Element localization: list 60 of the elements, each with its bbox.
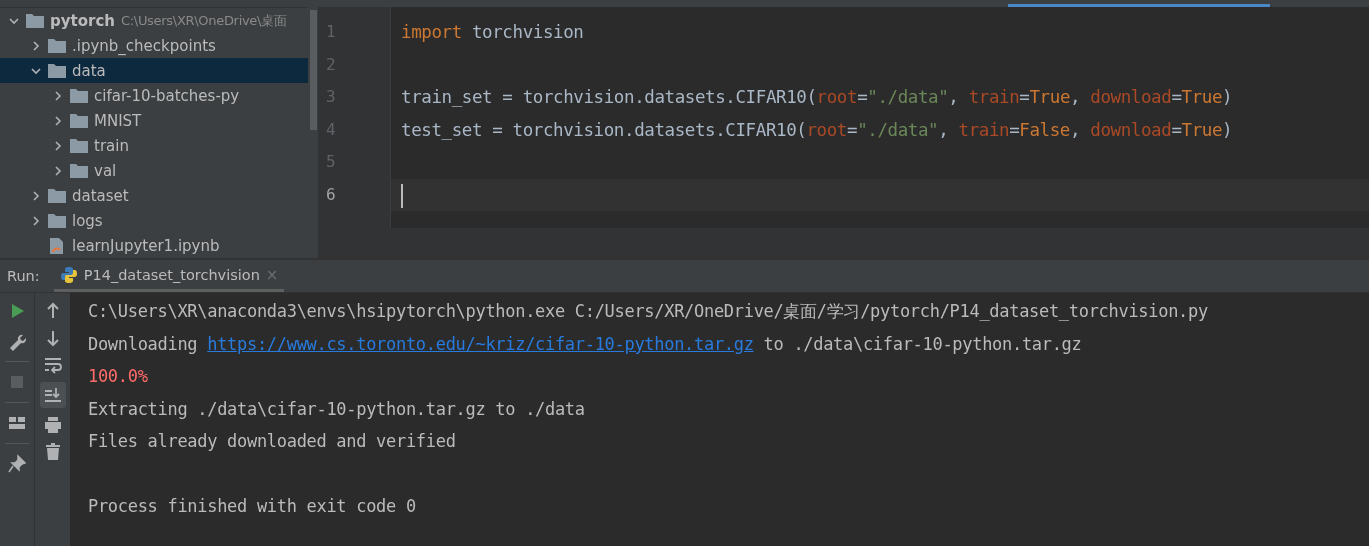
console-text: Downloading: [88, 333, 199, 354]
tree-item-label: learnJupyter1.ipynb: [72, 236, 220, 255]
download-link[interactable]: https://www.cs.toronto.edu/~kriz/cifar-10-python.tar.gz: [207, 333, 754, 354]
chevron-right-icon[interactable]: [30, 189, 42, 202]
chevron-right-icon[interactable]: [30, 39, 42, 52]
tree-item-label: .ipynb_checkpoints: [72, 36, 216, 55]
tree-item-label: MNIST: [94, 111, 142, 130]
project-path: C:\Users\XR\OneDrive\桌面: [120, 11, 287, 30]
code-editor[interactable]: import torchvision train_set = torchvision.datasets.CIFAR10(root="./data", train=True, download=True) test_set = torchvision.datasets.CIFAR10(root="./data", train=False, download=True): [391, 7, 1369, 228]
tree-row[interactable]: logs: [0, 208, 308, 233]
pin-icon[interactable]: [7, 454, 27, 474]
scroll-to-end-icon[interactable]: [39, 382, 66, 408]
code-line: import torchvision: [401, 22, 584, 42]
print-icon[interactable]: [42, 415, 63, 435]
tree-row[interactable]: MNIST: [0, 108, 308, 133]
chevron-right-icon[interactable]: [30, 214, 42, 227]
folder-icon: [70, 163, 88, 178]
folder-icon: [48, 213, 66, 228]
tree-row[interactable]: val: [0, 158, 308, 183]
progress-text: 100.0%: [88, 366, 148, 386]
tree-item-label: data: [72, 61, 106, 80]
tab-title: P14_dataset_torchvision: [83, 266, 260, 283]
chevron-right-icon[interactable]: [52, 114, 64, 127]
console-text: Process finished with exit code 0: [88, 496, 416, 516]
console-text: C:\Users\XR\anaconda3\envs\hsipytorch\python.exe C:/Users/XR/OneDrive/桌面/学习/pytorch/P14_dataset_torchvision.py: [88, 301, 1208, 321]
folder-icon: [70, 88, 88, 103]
tree-row[interactable]: data: [0, 58, 308, 83]
code-line: test_set = torchvision.datasets.CIFAR10(root="./data", train=False, download=True): [401, 119, 1233, 140]
text-cursor: [401, 183, 403, 208]
console-text: Extracting ./data\cifar-10-python.tar.gz to ./data: [88, 398, 585, 419]
tree-item-label: logs: [72, 211, 103, 230]
python-icon: [59, 265, 78, 284]
folder-icon: [48, 63, 66, 78]
folder-icon: [70, 138, 88, 153]
tree-item-label: cifar-10-batches-py: [94, 86, 240, 105]
chevron-right-icon[interactable]: [52, 164, 64, 177]
code-line: train_set = torchvision.datasets.CIFAR10(root="./data", train=True, download=True): [401, 87, 1233, 107]
tree-item-label: train: [94, 136, 129, 155]
console-text: Files already downloaded and verified: [88, 431, 456, 451]
run-label: Run:: [7, 268, 40, 284]
tree-item-label: pytorch: [50, 11, 115, 30]
notebook-file-icon: [48, 236, 66, 255]
chevron-right-icon[interactable]: [52, 139, 64, 152]
folder-icon: [48, 188, 66, 203]
scrollbar-thumb[interactable]: [309, 10, 317, 130]
console-text: to ./data\cifar-10-python.tar.gz: [762, 333, 1082, 354]
folder-icon: [48, 38, 66, 53]
tree-item-label: val: [94, 161, 117, 180]
folder-icon: [26, 13, 44, 28]
tree-row[interactable]: learnJupyter1.ipynb: [0, 233, 308, 258]
tree-row[interactable]: .ipynb_checkpoints: [0, 33, 308, 58]
tree-row[interactable]: train: [0, 133, 308, 158]
tree-row[interactable]: cifar-10-batches-py: [0, 83, 308, 108]
tree-item-label: dataset: [72, 186, 129, 205]
tree-row[interactable]: dataset: [0, 183, 308, 208]
line-number: 6: [325, 183, 337, 206]
soft-wrap-icon[interactable]: [42, 355, 63, 375]
tree-row[interactable]: pytorch C:\Users\XR\OneDrive\桌面: [0, 8, 308, 33]
chevron-right-icon[interactable]: [52, 89, 64, 102]
folder-icon: [70, 113, 88, 128]
